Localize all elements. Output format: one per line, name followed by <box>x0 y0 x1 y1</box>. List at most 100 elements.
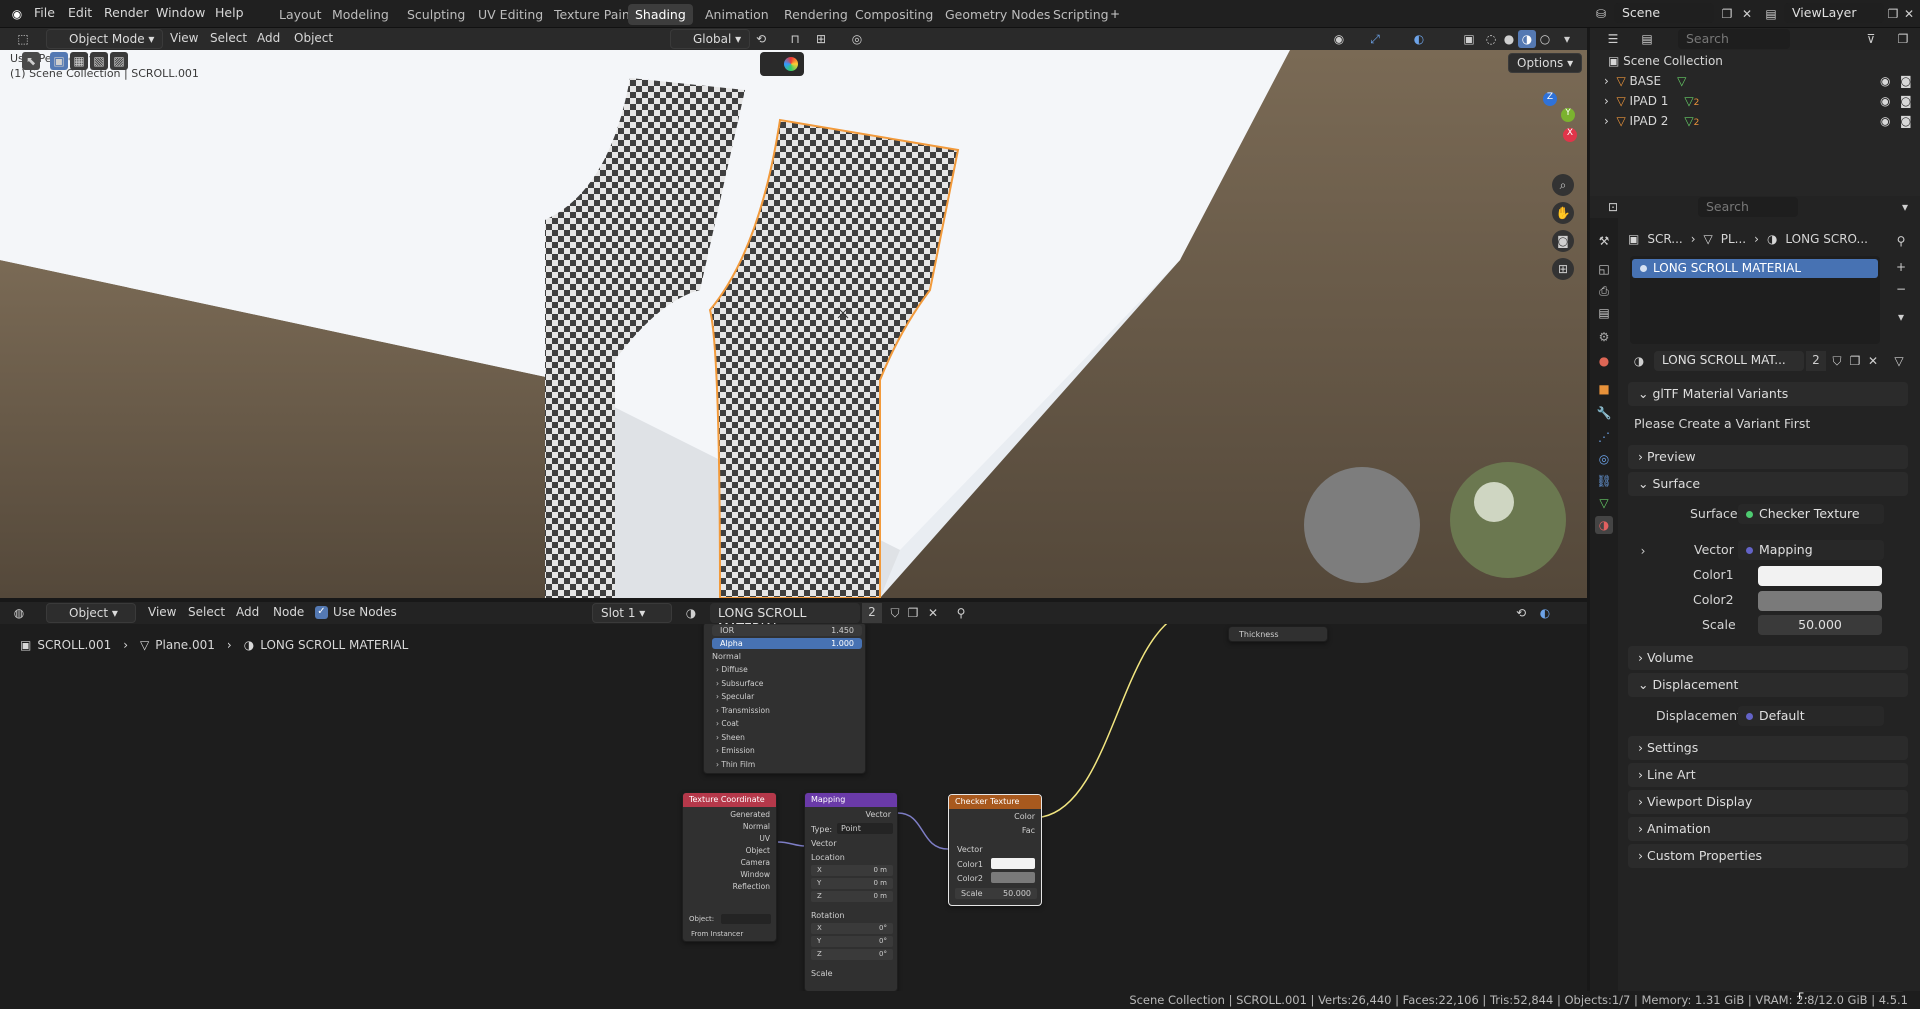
delete-scene-icon[interactable]: ✕ <box>1738 5 1756 23</box>
surface-shader-field[interactable]: Checker Texture <box>1738 504 1884 524</box>
pin-icon[interactable]: ⚲ <box>952 604 970 622</box>
properties-search[interactable]: Search <box>1698 197 1798 217</box>
material-users-count[interactable]: 2 <box>1806 351 1826 371</box>
expand-chevron-icon[interactable]: › <box>1604 74 1616 88</box>
material-tab-icon[interactable]: ◑ <box>1595 516 1613 534</box>
node-menu-add[interactable]: Add <box>236 605 259 619</box>
eye-icon[interactable]: ◉ <box>1880 74 1890 88</box>
slot-menu-icon[interactable]: ▾ <box>1892 308 1910 326</box>
unlink-material-icon[interactable]: ✕ <box>924 604 942 622</box>
render-camera-icon[interactable]: ◙ <box>1900 114 1912 128</box>
material-preview-popover[interactable] <box>760 52 804 76</box>
checker-color2-swatch[interactable] <box>991 872 1035 883</box>
duplicate-material-icon[interactable]: ❐ <box>904 604 922 622</box>
color2-swatch[interactable] <box>1758 591 1882 611</box>
mapping-vector-output[interactable]: Vector <box>866 810 892 819</box>
mapping-vector-input[interactable]: Vector <box>811 839 837 848</box>
viewlayer-icon[interactable]: ▤ <box>1762 5 1780 23</box>
particles-tab-icon[interactable]: ⋰ <box>1595 428 1613 446</box>
mapping-rotation-x-field[interactable]: X 0° <box>811 923 893 934</box>
wireframe-shading-icon[interactable]: ◌ <box>1482 30 1500 48</box>
slot-dropdown[interactable]: Slot 1 ▾ <box>592 603 672 623</box>
section-surface[interactable]: ⌄ Surface <box>1628 472 1908 496</box>
xray-icon[interactable]: ▣ <box>1460 30 1478 48</box>
shading-options-icon[interactable]: ▾ <box>1558 30 1576 48</box>
texcoord-output-window[interactable]: Window <box>740 870 770 879</box>
workspace-tab-geometry-nodes[interactable]: Geometry Nodes <box>938 4 1057 25</box>
display-mode-icon[interactable]: ▤ <box>1638 30 1656 48</box>
solid-shading-icon[interactable]: ● <box>1500 30 1518 48</box>
menu-window[interactable]: Window <box>156 5 205 20</box>
viewport-menu-select[interactable]: Select <box>210 31 247 45</box>
gizmo-x[interactable]: X <box>1563 128 1577 142</box>
world-tab-icon[interactable]: ● <box>1595 352 1613 370</box>
delete-viewlayer-icon[interactable]: ✕ <box>1900 5 1918 23</box>
section-gltf-variants[interactable]: ⌄ glTF Material Variants <box>1628 382 1908 406</box>
bsdf-panel-transmission[interactable]: › Transmission <box>716 706 770 715</box>
bsdf-panel-diffuse[interactable]: › Diffuse <box>716 665 748 674</box>
checker-color-output[interactable]: Color <box>1014 812 1035 821</box>
eye-icon[interactable]: ◉ <box>1880 94 1890 108</box>
workspace-tab-layout[interactable]: Layout <box>272 4 329 25</box>
outliner-item[interactable]: › ▽ IPAD 1 ▽2 ◉ ◙ <box>1604 94 1914 114</box>
checker-scale-field[interactable]: Scale 50.000 <box>955 888 1037 899</box>
render-camera-icon[interactable]: ◙ <box>1900 94 1912 108</box>
visibility-icon[interactable]: ◉ <box>1330 30 1348 48</box>
gizmo-z[interactable]: Z <box>1543 92 1557 106</box>
tool-tab-icon[interactable]: ⚒ <box>1595 232 1613 250</box>
bsdf-panel-thin-film[interactable]: › Thin Film <box>716 760 755 769</box>
scene-field[interactable]: Scene <box>1614 3 1714 23</box>
bsdf-panel-emission[interactable]: › Emission <box>716 746 755 755</box>
bsdf-panel-coat[interactable]: › Coat <box>716 719 739 728</box>
mapping-type-dropdown[interactable]: Point <box>837 823 893 834</box>
thickness-socket-node[interactable]: Thickness <box>1228 626 1328 642</box>
texture-coordinate-node[interactable]: Texture Coordinate Generated Normal UV Obje… <box>682 792 777 942</box>
snap-target-icon[interactable]: ⊞ <box>812 30 830 48</box>
mapping-location-z-field[interactable]: Z0 m <box>811 891 893 902</box>
grid-icon[interactable]: ⊞ <box>1552 258 1574 280</box>
menu-help[interactable]: Help <box>215 5 244 20</box>
mapping-location-y-field[interactable]: Y0 m <box>811 878 893 889</box>
modifier-tab-icon[interactable]: 🔧 <box>1595 404 1613 422</box>
section-displacement[interactable]: ⌄ Displacement <box>1628 673 1908 697</box>
viewport-menu-object[interactable]: Object <box>294 31 333 45</box>
view-layer-tab-icon[interactable]: ▤ <box>1595 304 1613 322</box>
scene-collection-row[interactable]: ▣ Scene Collection <box>1608 54 1723 74</box>
editor-type-icon[interactable]: ⬚ <box>14 30 32 48</box>
select-box-icon[interactable]: ▣ <box>50 52 68 70</box>
workspace-tab-shading[interactable]: Shading <box>628 4 693 25</box>
workspace-tab-animation[interactable]: Animation <box>698 4 776 25</box>
filter-icon[interactable]: ⊽ <box>1862 30 1880 48</box>
constraints-tab-icon[interactable]: ⛓ <box>1595 472 1613 490</box>
checker-fac-output[interactable]: Fac <box>1022 826 1035 835</box>
section-volume[interactable]: › Volume <box>1628 646 1908 670</box>
principled-bsdf-node[interactable]: IOR 1.450 Alpha 1.000 Normal › Diffuse › Su… <box>703 624 866 774</box>
checker-header[interactable]: Checker Texture <box>949 795 1041 809</box>
bsdf-panel-specular[interactable]: › Specular <box>716 692 754 701</box>
section-animation[interactable]: › Animation <box>1628 817 1908 841</box>
data-tab-icon[interactable]: ▽ <box>1595 494 1613 512</box>
node-material-name[interactable]: LONG SCROLL MATERIAL <box>710 603 860 635</box>
workspace-tab-uv-editing[interactable]: UV Editing <box>471 4 550 25</box>
add-slot-icon[interactable]: + <box>1892 258 1910 276</box>
node-material-users[interactable]: 2 <box>862 603 882 623</box>
texcoord-output-camera[interactable]: Camera <box>741 858 770 867</box>
properties-type-icon[interactable]: ⊡ <box>1604 198 1622 216</box>
texcoord-output-uv[interactable]: UV <box>759 834 770 843</box>
properties-pin-icon[interactable]: ⚲ <box>1892 232 1910 250</box>
remove-slot-icon[interactable]: − <box>1892 280 1910 298</box>
node-editor-canvas[interactable]: ▣ SCROLL.001 › ▽ Plane.001 › ◑ LONG SCROLL … <box>0 624 1587 992</box>
menu-render[interactable]: Render <box>104 5 149 20</box>
section-viewport-display[interactable]: › Viewport Display <box>1628 790 1908 814</box>
node-editor-type-icon[interactable]: ◍ <box>10 604 28 622</box>
snap-icon[interactable]: ⊓ <box>786 30 804 48</box>
expand-chevron-icon[interactable]: › <box>1604 114 1616 128</box>
object-tab-icon[interactable]: ■ <box>1595 380 1613 398</box>
material-browse-icon[interactable]: ◑ <box>1630 352 1648 370</box>
menu-file[interactable]: File <box>34 5 55 20</box>
pan-hand-icon[interactable]: ✋ <box>1552 202 1574 224</box>
from-instancer-checkbox[interactable]: From Instancer <box>691 930 743 938</box>
displacement-field[interactable]: Default <box>1738 706 1884 726</box>
viewport-menu-view[interactable]: View <box>170 31 198 45</box>
section-line-art[interactable]: › Line Art <box>1628 763 1908 787</box>
